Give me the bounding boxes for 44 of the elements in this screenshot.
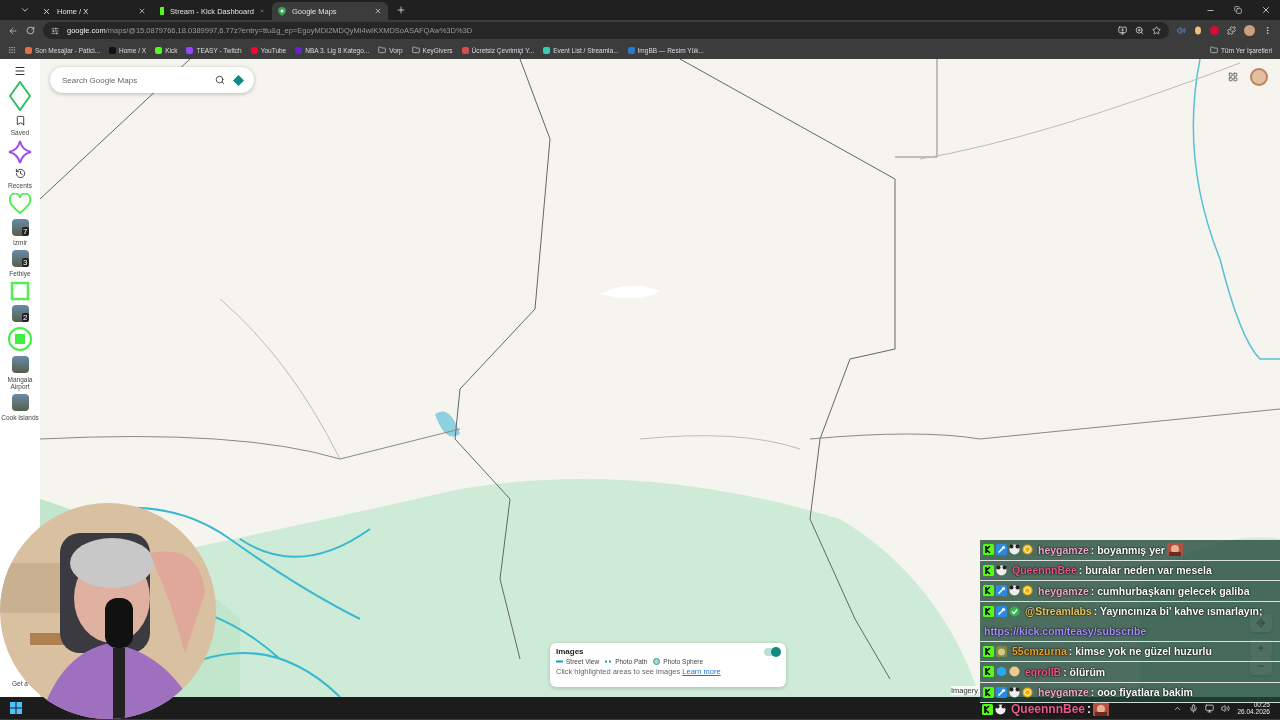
place-thumbnail: [11, 394, 29, 411]
sidebar-item[interactable]: 2: [0, 305, 40, 322]
close-icon[interactable]: [138, 7, 146, 15]
install-icon[interactable]: [1118, 26, 1127, 35]
zoom-icon[interactable]: [1135, 26, 1144, 35]
apps-icon[interactable]: [8, 46, 16, 54]
back-icon[interactable]: [8, 25, 18, 36]
display-icon[interactable]: [1205, 703, 1215, 713]
animal-badge-icon: [995, 703, 1006, 715]
photo-count: 7: [22, 227, 29, 236]
mic-icon[interactable]: [1189, 703, 1199, 713]
x-icon: [42, 6, 51, 16]
avatar[interactable]: [1244, 25, 1255, 36]
folder-icon: [411, 46, 420, 54]
platform-badge-icon: [982, 703, 993, 715]
map-pin-icon: [278, 6, 286, 16]
restore-icon[interactable]: [1234, 6, 1242, 14]
close-icon[interactable]: [374, 7, 382, 15]
tab-search-icon[interactable]: [20, 5, 30, 15]
history-icon: [14, 168, 26, 179]
menu-icon[interactable]: [14, 65, 26, 77]
star-icon[interactable]: [1152, 26, 1161, 35]
folder-icon: [1210, 46, 1219, 54]
close-icon[interactable]: [1261, 5, 1271, 15]
circle-outline-icon: [7, 326, 33, 352]
reload-icon[interactable]: [26, 26, 35, 35]
diamond-outline-icon: [9, 81, 31, 111]
photo-count: 2: [22, 313, 29, 322]
chat-message: :: [1087, 702, 1091, 716]
site-settings-icon: [51, 26, 59, 35]
tab-logo-icon: [160, 7, 165, 15]
new-tab-icon[interactable]: [396, 5, 406, 15]
extensions-icon[interactable]: [1227, 26, 1236, 35]
volume-icon[interactable]: [1221, 703, 1231, 713]
place-thumbnail: [11, 356, 29, 373]
start-icon[interactable]: [10, 702, 22, 714]
square-outline-icon: [10, 281, 30, 301]
chat-username: QueennnBee: [1011, 702, 1085, 716]
heart-outline-icon: [8, 193, 32, 215]
folder-icon: [378, 46, 387, 54]
photo-count: 3: [22, 258, 29, 267]
star-outline-icon: [8, 140, 32, 164]
bookmark-icon: [14, 115, 26, 126]
menu-icon[interactable]: [1263, 26, 1272, 35]
